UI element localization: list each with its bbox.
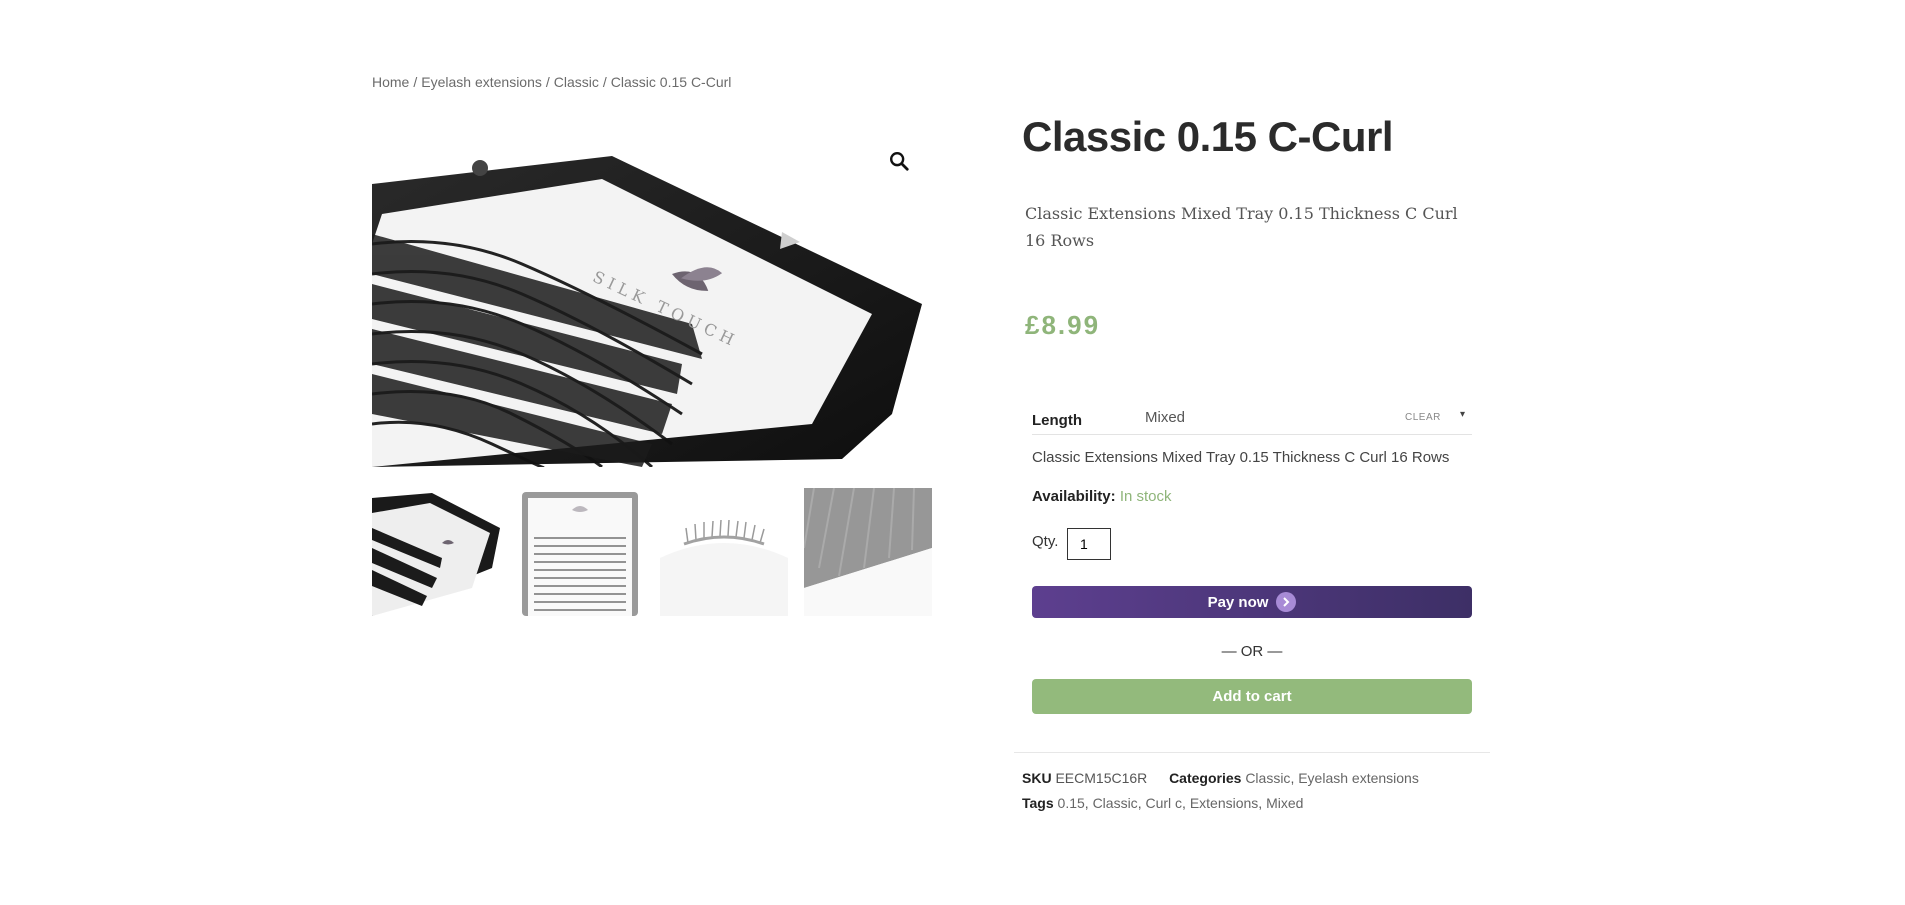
product-tags-row: Tags 0.15, Classic, Curl c, Extensions, … <box>1022 795 1304 811</box>
tag-link-classic[interactable]: Classic <box>1093 795 1138 811</box>
pay-now-button[interactable]: Pay now <box>1032 586 1472 618</box>
breadcrumb-current: Classic 0.15 C-Curl <box>610 74 732 90</box>
category-link-eyelash-extensions[interactable]: Eyelash extensions <box>1298 770 1419 786</box>
categories-label: Categories <box>1169 770 1242 786</box>
tag-link-0-15[interactable]: 0.15 <box>1058 795 1085 811</box>
divider <box>1014 752 1490 753</box>
tag-link-extensions[interactable]: Extensions <box>1190 795 1258 811</box>
breadcrumb: Home / Eyelash extensions / Classic / Classic … <box>372 74 731 90</box>
length-select-value: Mixed <box>1145 409 1186 426</box>
or-divider: — OR — <box>1221 643 1283 660</box>
thumbnail-3[interactable] <box>660 488 788 616</box>
availability: Availability: In stock <box>1032 488 1172 505</box>
thumbnail-1[interactable] <box>372 488 500 616</box>
sku-value: EECM15C16R <box>1055 770 1148 786</box>
sku-label: SKU <box>1022 770 1052 786</box>
thumbnail-image <box>804 488 932 616</box>
pay-now-label: Pay now <box>1207 593 1269 611</box>
variation-label: Length <box>1032 412 1082 429</box>
thumbnail-image <box>516 488 644 616</box>
breadcrumb-eyelash-extensions[interactable]: Eyelash extensions <box>421 74 542 90</box>
product-title: Classic 0.15 C-Curl <box>1022 113 1394 160</box>
thumbnail-4[interactable] <box>804 488 932 616</box>
thumbnail-image <box>372 488 500 616</box>
product-short-description: Classic Extensions Mixed Tray 0.15 Thick… <box>1025 204 1458 250</box>
category-link-classic[interactable]: Classic <box>1245 770 1290 786</box>
breadcrumb-classic[interactable]: Classic <box>554 74 599 90</box>
product-main-image[interactable]: SILK TOUCH <box>372 124 932 467</box>
breadcrumb-separator: / <box>413 74 418 90</box>
availability-label: Availability: <box>1032 488 1116 505</box>
product-meta-row: SKU EECM15C16R Categories Classic, Eyela… <box>1022 770 1419 786</box>
breadcrumb-separator: / <box>545 74 550 90</box>
chevron-down-icon: ▾ <box>1459 409 1465 420</box>
lash-tray-image: SILK TOUCH <box>372 124 932 467</box>
tag-link-curl-c[interactable]: Curl c <box>1145 795 1182 811</box>
tags-label: Tags <box>1022 795 1054 811</box>
product-price: £8.99 <box>1025 310 1101 340</box>
stock-status: In stock <box>1119 488 1172 505</box>
search-icon[interactable] <box>888 150 910 172</box>
variation-description: Classic Extensions Mixed Tray 0.15 Thick… <box>1032 449 1450 466</box>
breadcrumb-home[interactable]: Home <box>372 74 409 90</box>
quantity-input[interactable] <box>1067 528 1111 560</box>
thumbnail-2[interactable] <box>516 488 644 616</box>
thumbnail-image <box>660 488 788 616</box>
breadcrumb-separator: / <box>602 74 607 90</box>
qty-label: Qty. <box>1032 533 1059 550</box>
chevron-right-icon <box>1276 592 1297 612</box>
clear-variation-link[interactable]: CLEAR <box>1405 412 1441 423</box>
add-to-cart-button[interactable]: Add to cart <box>1032 679 1472 714</box>
tag-link-mixed[interactable]: Mixed <box>1266 795 1303 811</box>
thumbnail-strip <box>372 488 932 616</box>
